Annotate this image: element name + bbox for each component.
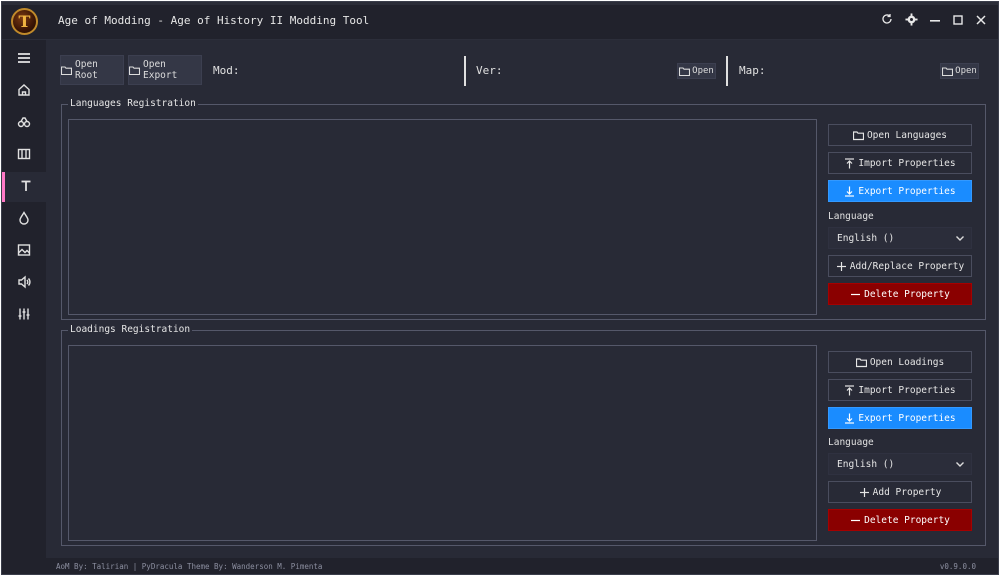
folder-icon: [855, 357, 867, 368]
languages-language-select[interactable]: English (): [828, 227, 972, 249]
loadings-group: Loadings Registration Open Loadings Impo…: [61, 324, 986, 546]
loadings-import-label: Import Properties: [858, 384, 956, 396]
map-icon: [17, 147, 31, 164]
window-title: Age of Modding - Age of History II Moddi…: [58, 14, 370, 27]
upload-icon: [844, 157, 855, 169]
sliders-icon: [17, 307, 31, 324]
minimize-icon: [930, 14, 940, 29]
loadings-import-button[interactable]: Import Properties: [828, 379, 972, 401]
footer-version: v0.9.0.0: [939, 562, 976, 571]
sidebar-item-settings[interactable]: [2, 300, 46, 330]
refresh-button[interactable]: [878, 12, 896, 30]
ver-open-button[interactable]: Open: [677, 63, 716, 79]
languages-import-label: Import Properties: [858, 157, 956, 169]
settings-button[interactable]: [902, 12, 920, 30]
drop-icon: [17, 210, 31, 228]
sidebar-item-colors[interactable]: [2, 204, 46, 234]
sidebar: [2, 40, 46, 574]
loadings-add-button[interactable]: Add Property: [828, 481, 972, 503]
languages-export-label: Export Properties: [858, 185, 956, 197]
ver-label: Ver:: [476, 64, 503, 77]
sidebar-item-civilizations[interactable]: [2, 108, 46, 138]
loadings-add-label: Add Property: [872, 486, 942, 498]
image-icon: [17, 243, 31, 260]
languages-add-replace-button[interactable]: Add/Replace Property: [828, 255, 972, 277]
chevron-down-icon: [955, 233, 965, 243]
chevron-down-icon: [955, 459, 965, 469]
loadings-language-select[interactable]: English (): [828, 453, 972, 475]
map-label: Map:: [739, 64, 766, 77]
loadings-delete-button[interactable]: Delete Property: [828, 509, 972, 531]
open-loadings-button[interactable]: Open Loadings: [828, 351, 972, 373]
loadings-export-label: Export Properties: [858, 412, 956, 424]
map-open-button[interactable]: Open: [940, 63, 979, 79]
ver-open-label: Open: [692, 66, 714, 76]
open-export-label: Open Export: [143, 59, 178, 81]
folder-icon: [128, 65, 141, 75]
loadings-language-label: Language: [828, 437, 874, 448]
toolbar-separator: [726, 56, 728, 86]
open-export-button[interactable]: Open Export: [128, 55, 202, 85]
loadings-export-button[interactable]: Export Properties: [828, 407, 972, 429]
languages-list[interactable]: [68, 119, 817, 315]
footer-credits: AoM By: Talirian | PyDracula Theme By: W…: [56, 562, 323, 571]
mod-label: Mod:: [213, 64, 240, 77]
download-icon: [844, 413, 855, 424]
languages-add-replace-label: Add/Replace Property: [849, 260, 965, 272]
download-icon: [844, 186, 855, 197]
sidebar-menu-toggle[interactable]: [2, 44, 46, 74]
folder-icon: [852, 130, 865, 141]
loadings-list[interactable]: [68, 345, 817, 541]
menu-icon: [17, 51, 31, 68]
logo-letter: T: [18, 12, 31, 31]
folder-icon: [679, 66, 691, 76]
open-root-button[interactable]: Open Root: [60, 55, 124, 85]
maximize-button[interactable]: [949, 12, 967, 30]
sidebar-item-map[interactable]: [2, 140, 46, 170]
minimize-button[interactable]: [926, 12, 944, 30]
app-logo: T: [11, 8, 38, 35]
sidebar-item-text[interactable]: [2, 172, 46, 202]
minus-icon: [850, 289, 861, 300]
minus-icon: [850, 515, 861, 526]
folder-icon: [942, 66, 954, 76]
languages-language-value: English (): [837, 232, 895, 244]
map-open-label: Open: [955, 66, 977, 76]
sound-icon: [17, 274, 31, 292]
close-icon: [976, 14, 986, 29]
civilizations-icon: [17, 115, 31, 132]
sidebar-item-images[interactable]: [2, 236, 46, 266]
languages-group: Languages Registration Open Languages Im…: [61, 98, 986, 320]
home-icon: [17, 83, 31, 100]
sidebar-item-sounds[interactable]: [2, 268, 46, 298]
languages-group-title: Languages Registration: [68, 98, 198, 109]
close-button[interactable]: [972, 12, 990, 30]
languages-import-button[interactable]: Import Properties: [828, 152, 972, 174]
loadings-group-title: Loadings Registration: [68, 324, 193, 335]
open-root-label: Open Root: [75, 59, 98, 81]
plus-icon: [836, 261, 847, 272]
loadings-language-value: English (): [837, 458, 895, 470]
status-footer: AoM By: Talirian | PyDracula Theme By: W…: [46, 558, 998, 574]
languages-delete-label: Delete Property: [864, 288, 950, 300]
maximize-icon: [953, 14, 963, 29]
plus-icon: [859, 487, 870, 498]
open-languages-button[interactable]: Open Languages: [828, 124, 972, 146]
folder-icon: [60, 65, 73, 75]
languages-export-button[interactable]: Export Properties: [828, 180, 972, 202]
upload-icon: [844, 384, 855, 396]
open-languages-label: Open Languages: [866, 129, 948, 141]
languages-language-label: Language: [828, 211, 874, 222]
sidebar-item-home[interactable]: [2, 76, 46, 106]
text-icon: [19, 179, 33, 196]
title-strip: [2, 2, 998, 5]
gear-icon: [904, 12, 918, 30]
loadings-delete-label: Delete Property: [864, 514, 950, 526]
toolbar-separator: [464, 56, 466, 86]
refresh-icon: [881, 13, 893, 29]
languages-delete-button[interactable]: Delete Property: [828, 283, 972, 305]
app-window: T Age of Modding - Age of History II Mod…: [1, 1, 999, 575]
title-bar: T Age of Modding - Age of History II Mod…: [2, 2, 998, 40]
open-loadings-label: Open Loadings: [869, 356, 945, 368]
